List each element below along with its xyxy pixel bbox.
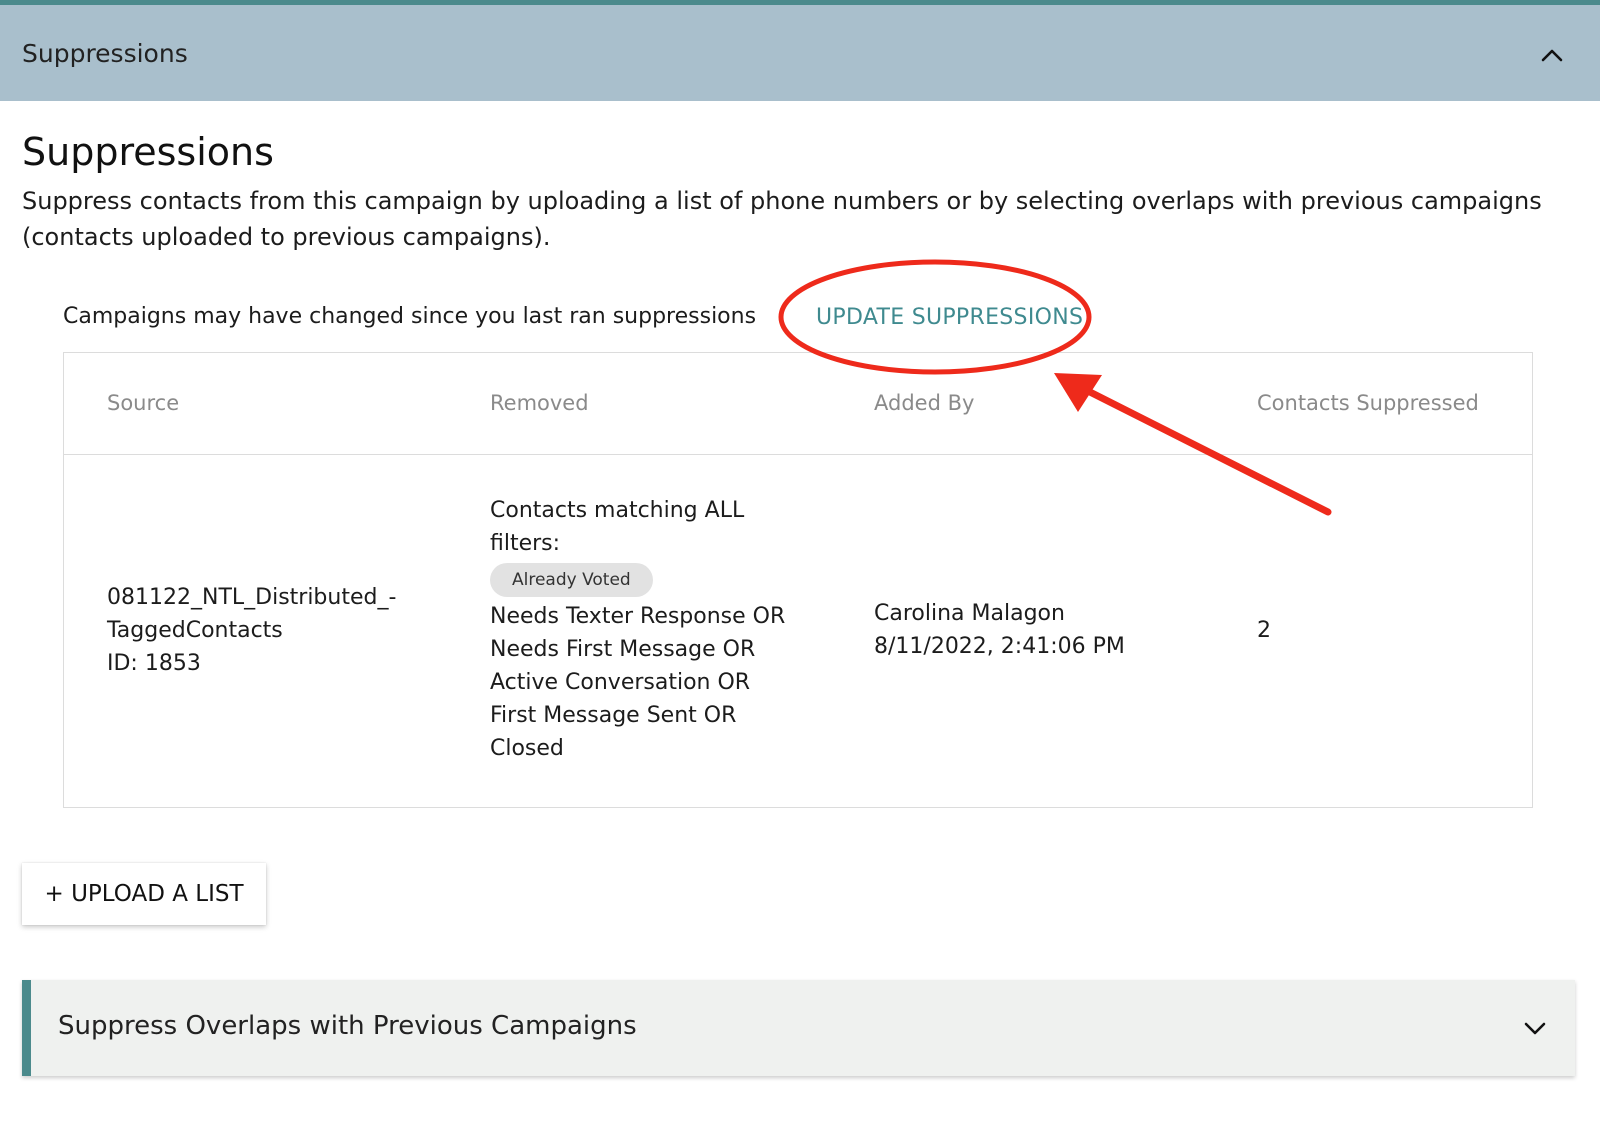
removed-intro-line-1: Contacts matching ALL — [490, 498, 745, 523]
section-title: Suppressions — [22, 130, 274, 174]
removed-filter-line: Needs First Message OR — [490, 637, 756, 662]
column-header-contacts-suppressed: Contacts Suppressed — [1257, 391, 1479, 415]
table-header-row: Source Removed Added By Contacts Suppres… — [64, 353, 1532, 455]
campaigns-changed-notice: Campaigns may have changed since you las… — [63, 304, 757, 329]
source-name-line-1: 081122_NTL_Distributed_- — [107, 585, 397, 610]
suppressions-accordion-header[interactable]: Suppressions — [0, 5, 1600, 101]
suppress-overlaps-accordion[interactable]: Suppress Overlaps with Previous Campaign… — [22, 980, 1575, 1076]
removed-filter-line: Active Conversation OR — [490, 670, 751, 695]
filter-tag-chip: Already Voted — [490, 563, 653, 597]
source-id: ID: 1853 — [107, 651, 201, 676]
chevron-down-icon[interactable] — [1521, 1018, 1549, 1038]
update-suppressions-button[interactable]: UPDATE SUPPRESSIONS — [816, 305, 1083, 330]
removed-filter-line: First Message Sent OR — [490, 703, 737, 728]
removed-intro-line-2: filters: — [490, 531, 561, 556]
cell-contacts-suppressed: 2 — [1257, 618, 1271, 643]
overlap-panel-title: Suppress Overlaps with Previous Campaign… — [58, 1011, 637, 1041]
suppressions-table: Source Removed Added By Contacts Suppres… — [63, 352, 1533, 808]
upload-list-button[interactable]: + UPLOAD A LIST — [22, 863, 266, 925]
column-header-source: Source — [107, 391, 180, 415]
removed-filter-line: Closed — [490, 736, 564, 761]
section-description: Suppress contacts from this campaign by … — [22, 187, 1542, 251]
added-by-date: 8/11/2022, 2:41:06 PM — [874, 634, 1125, 659]
column-header-added-by: Added By — [874, 391, 975, 415]
column-header-removed: Removed — [490, 391, 589, 415]
chevron-up-icon[interactable] — [1538, 45, 1566, 65]
removed-filter-line: Needs Texter Response OR — [490, 604, 786, 629]
cell-added-by: Carolina Malagon 8/11/2022, 2:41:06 PM — [874, 597, 1125, 663]
accordion-title: Suppressions — [22, 39, 188, 68]
added-by-name: Carolina Malagon — [874, 601, 1065, 626]
cell-removed: Contacts matching ALL filters: Already V… — [490, 494, 820, 765]
source-name-line-2: TaggedContacts — [107, 618, 283, 643]
cell-source: 081122_NTL_Distributed_- TaggedContacts … — [107, 581, 396, 680]
